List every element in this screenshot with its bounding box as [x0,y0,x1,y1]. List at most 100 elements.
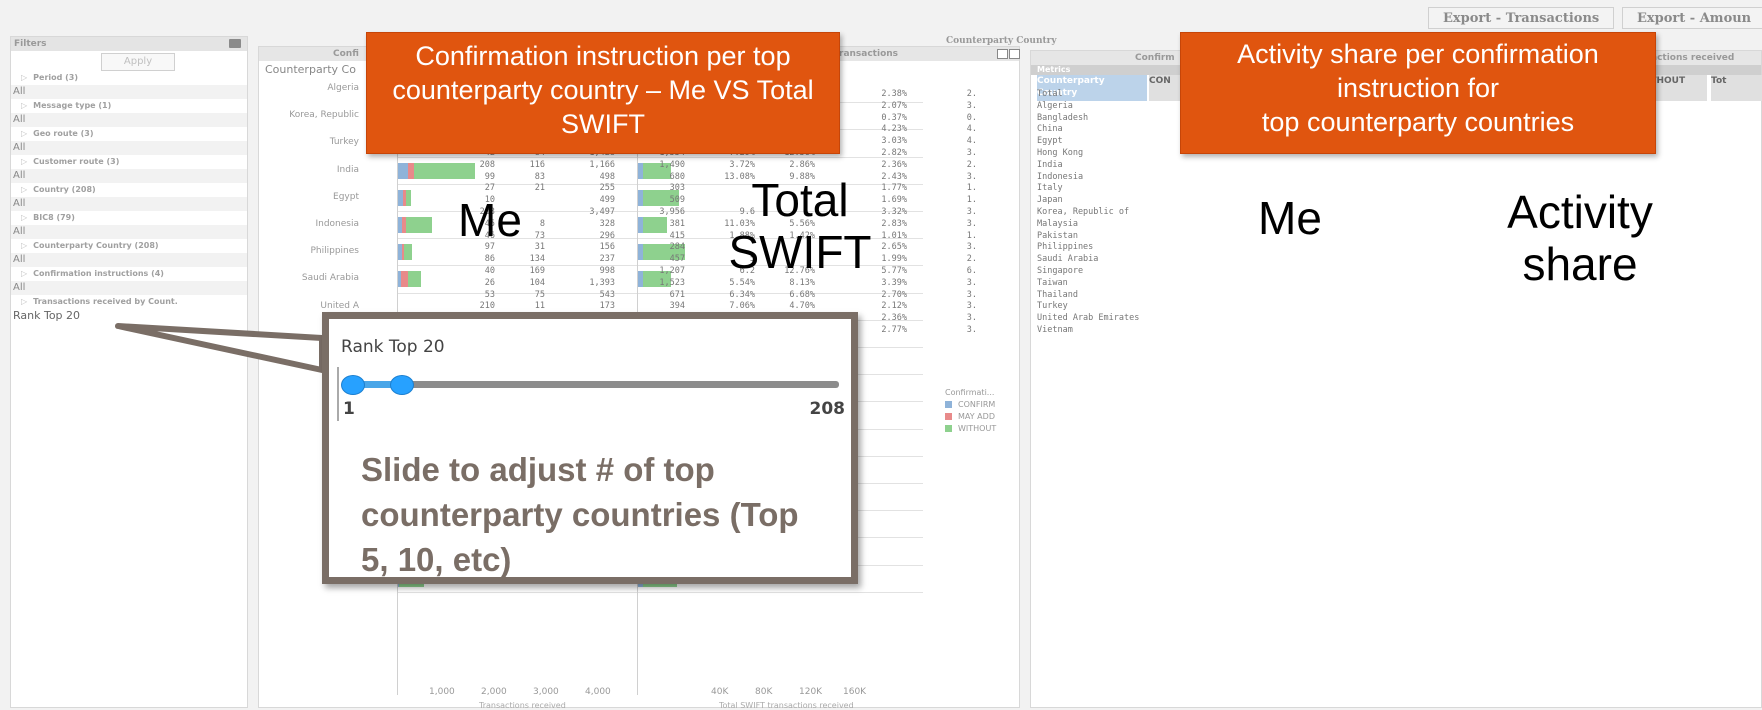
filter-group-value[interactable]: All [11,225,247,239]
legend-item-without[interactable]: WITHOUT [945,423,996,435]
bar-me-confirm[interactable] [397,162,408,179]
bar-me-without[interactable] [413,162,475,179]
apply-button[interactable]: Apply [101,53,175,71]
table-cell: 4. [966,136,977,147]
table-cell: Thailand [1037,289,1078,300]
bar-me-may_add[interactable] [401,271,409,288]
table-cell: 2. [966,89,977,99]
bar-me-without[interactable] [408,271,421,288]
filter-group-value[interactable]: All [11,253,247,267]
expand-triangle-icon[interactable]: ▷ [21,241,27,250]
table-cell: 75 [534,289,545,300]
table-cell: 2.36% [881,159,907,170]
export-transactions-button[interactable]: Export - Transactions [1428,7,1615,29]
export-amount-button[interactable]: Export - Amoun [1622,7,1762,29]
rank-slider-min-handle[interactable] [341,375,365,395]
table-cell: 3.03% [881,136,907,147]
rank-slider-track[interactable] [349,381,839,388]
table-cell: 156 [599,242,615,253]
table-cell: United Arab Emirates [1037,313,1140,324]
tick-label-right: 160K [843,687,867,697]
expand-triangle-icon[interactable]: ▷ [21,185,27,194]
col-without[interactable]: ITHOUT [1647,75,1707,101]
table-cell: 7.06% [729,301,755,312]
rank-slider-max-handle[interactable] [390,375,414,395]
table-cell: 3. [966,100,977,111]
swatch-confirm [945,401,952,408]
table-cell: 2.77% [881,324,907,335]
filters-collapse-icon[interactable] [229,39,241,48]
legend-label-may-add: MAY ADD [958,412,995,421]
callout-activity-share: Activity share per confirmation instruct… [1180,32,1656,154]
bar-swift-without[interactable] [643,217,667,233]
expand-triangle-icon[interactable]: ▷ [21,73,27,82]
table-cell: 83 [534,171,545,182]
table-cell: 1,393 [589,277,615,288]
table-cell: 21 [534,183,545,194]
expand-triangle-icon[interactable]: ▷ [21,129,27,138]
counterparty-country-title: Counterparty Country [946,36,1057,46]
table-cell: 3. [966,324,977,335]
slider-max-label: 208 [809,399,846,419]
table-cell: Pakistan [1037,230,1078,241]
filter-group-title[interactable]: ▷ Confirmation instructions (4) [11,267,247,281]
expand-triangle-icon[interactable]: ▷ [21,297,27,306]
filter-group-value[interactable]: All [11,85,247,99]
filter-group-title[interactable]: ▷ Customer route (3) [11,155,247,169]
table-cell: 3. [966,171,977,182]
filter-group-value[interactable]: All [11,169,247,183]
row-label: Egypt [333,191,359,202]
table-cell: 998 [599,265,615,276]
filter-group-title[interactable]: ▷ Counterparty Country (208) [11,239,247,253]
table-cell: 2.12% [881,301,907,312]
filter-group-title[interactable]: ▷ Period (3) [11,71,247,85]
table-cell: China [1037,124,1063,135]
table-cell: 0. [966,112,977,123]
row-divider [397,292,923,294]
table-cell: Vietnam [1037,324,1073,335]
filter-group-value[interactable]: All [11,113,247,127]
row-label: Philippines [310,246,360,257]
filter-group-title[interactable]: ▷ Country (208) [11,183,247,197]
bar-me-without[interactable] [406,217,433,233]
table-cell: 394 [669,301,685,312]
legend-item-confirm[interactable]: CONFIRM [945,399,996,411]
table-cell: 2.38% [881,89,907,99]
label-me-left: Me [458,194,522,246]
minimize-icon[interactable] [997,49,1008,59]
expand-triangle-icon[interactable]: ▷ [21,157,27,166]
chart-header-right: ransactions [839,49,899,59]
filter-group-value[interactable]: All [11,281,247,295]
filter-group-title[interactable]: ▷ Geo route (3) [11,127,247,141]
table-cell: 173 [599,301,615,312]
table-cell: 3. [966,206,977,217]
filters-header: Filters [11,37,247,51]
filter-group-value[interactable]: All [11,141,247,155]
row-label: Turkey [329,137,359,148]
col-tot[interactable]: Tot [1711,75,1762,101]
maximize-icon[interactable] [1009,49,1020,59]
label-me-right: Me [1258,192,1322,244]
table-cell: 169 [529,265,545,276]
filter-group-title[interactable]: ▷ Message type (1) [11,99,247,113]
table-cell: 208 [479,159,495,170]
table-cell: 3.72% [729,159,755,170]
table-cell: 237 [599,254,615,265]
filter-group-value[interactable]: All [11,197,247,211]
filter-group-label: Geo route (3) [33,129,94,138]
bar-me-without[interactable] [403,244,412,261]
expand-triangle-icon[interactable]: ▷ [21,101,27,110]
table-cell: 6.34% [729,289,755,300]
bar-me-without[interactable] [405,189,411,206]
slider-left-marker [337,367,339,421]
legend-item-may-add[interactable]: MAY ADD [945,411,996,423]
table-cell: 2. [966,254,977,265]
filter-group-title[interactable]: ▷ BIC8 (79) [11,211,247,225]
table-cell: 1. [966,230,977,241]
chart-header-left: Confi [333,49,359,59]
expand-triangle-icon[interactable]: ▷ [21,213,27,222]
table-cell: 86 [484,254,495,265]
expand-triangle-icon[interactable]: ▷ [21,269,27,278]
filter-group-title[interactable]: ▷ Transactions received by Count. [11,295,247,309]
filter-group-label: Transactions received by Count. [33,297,178,306]
